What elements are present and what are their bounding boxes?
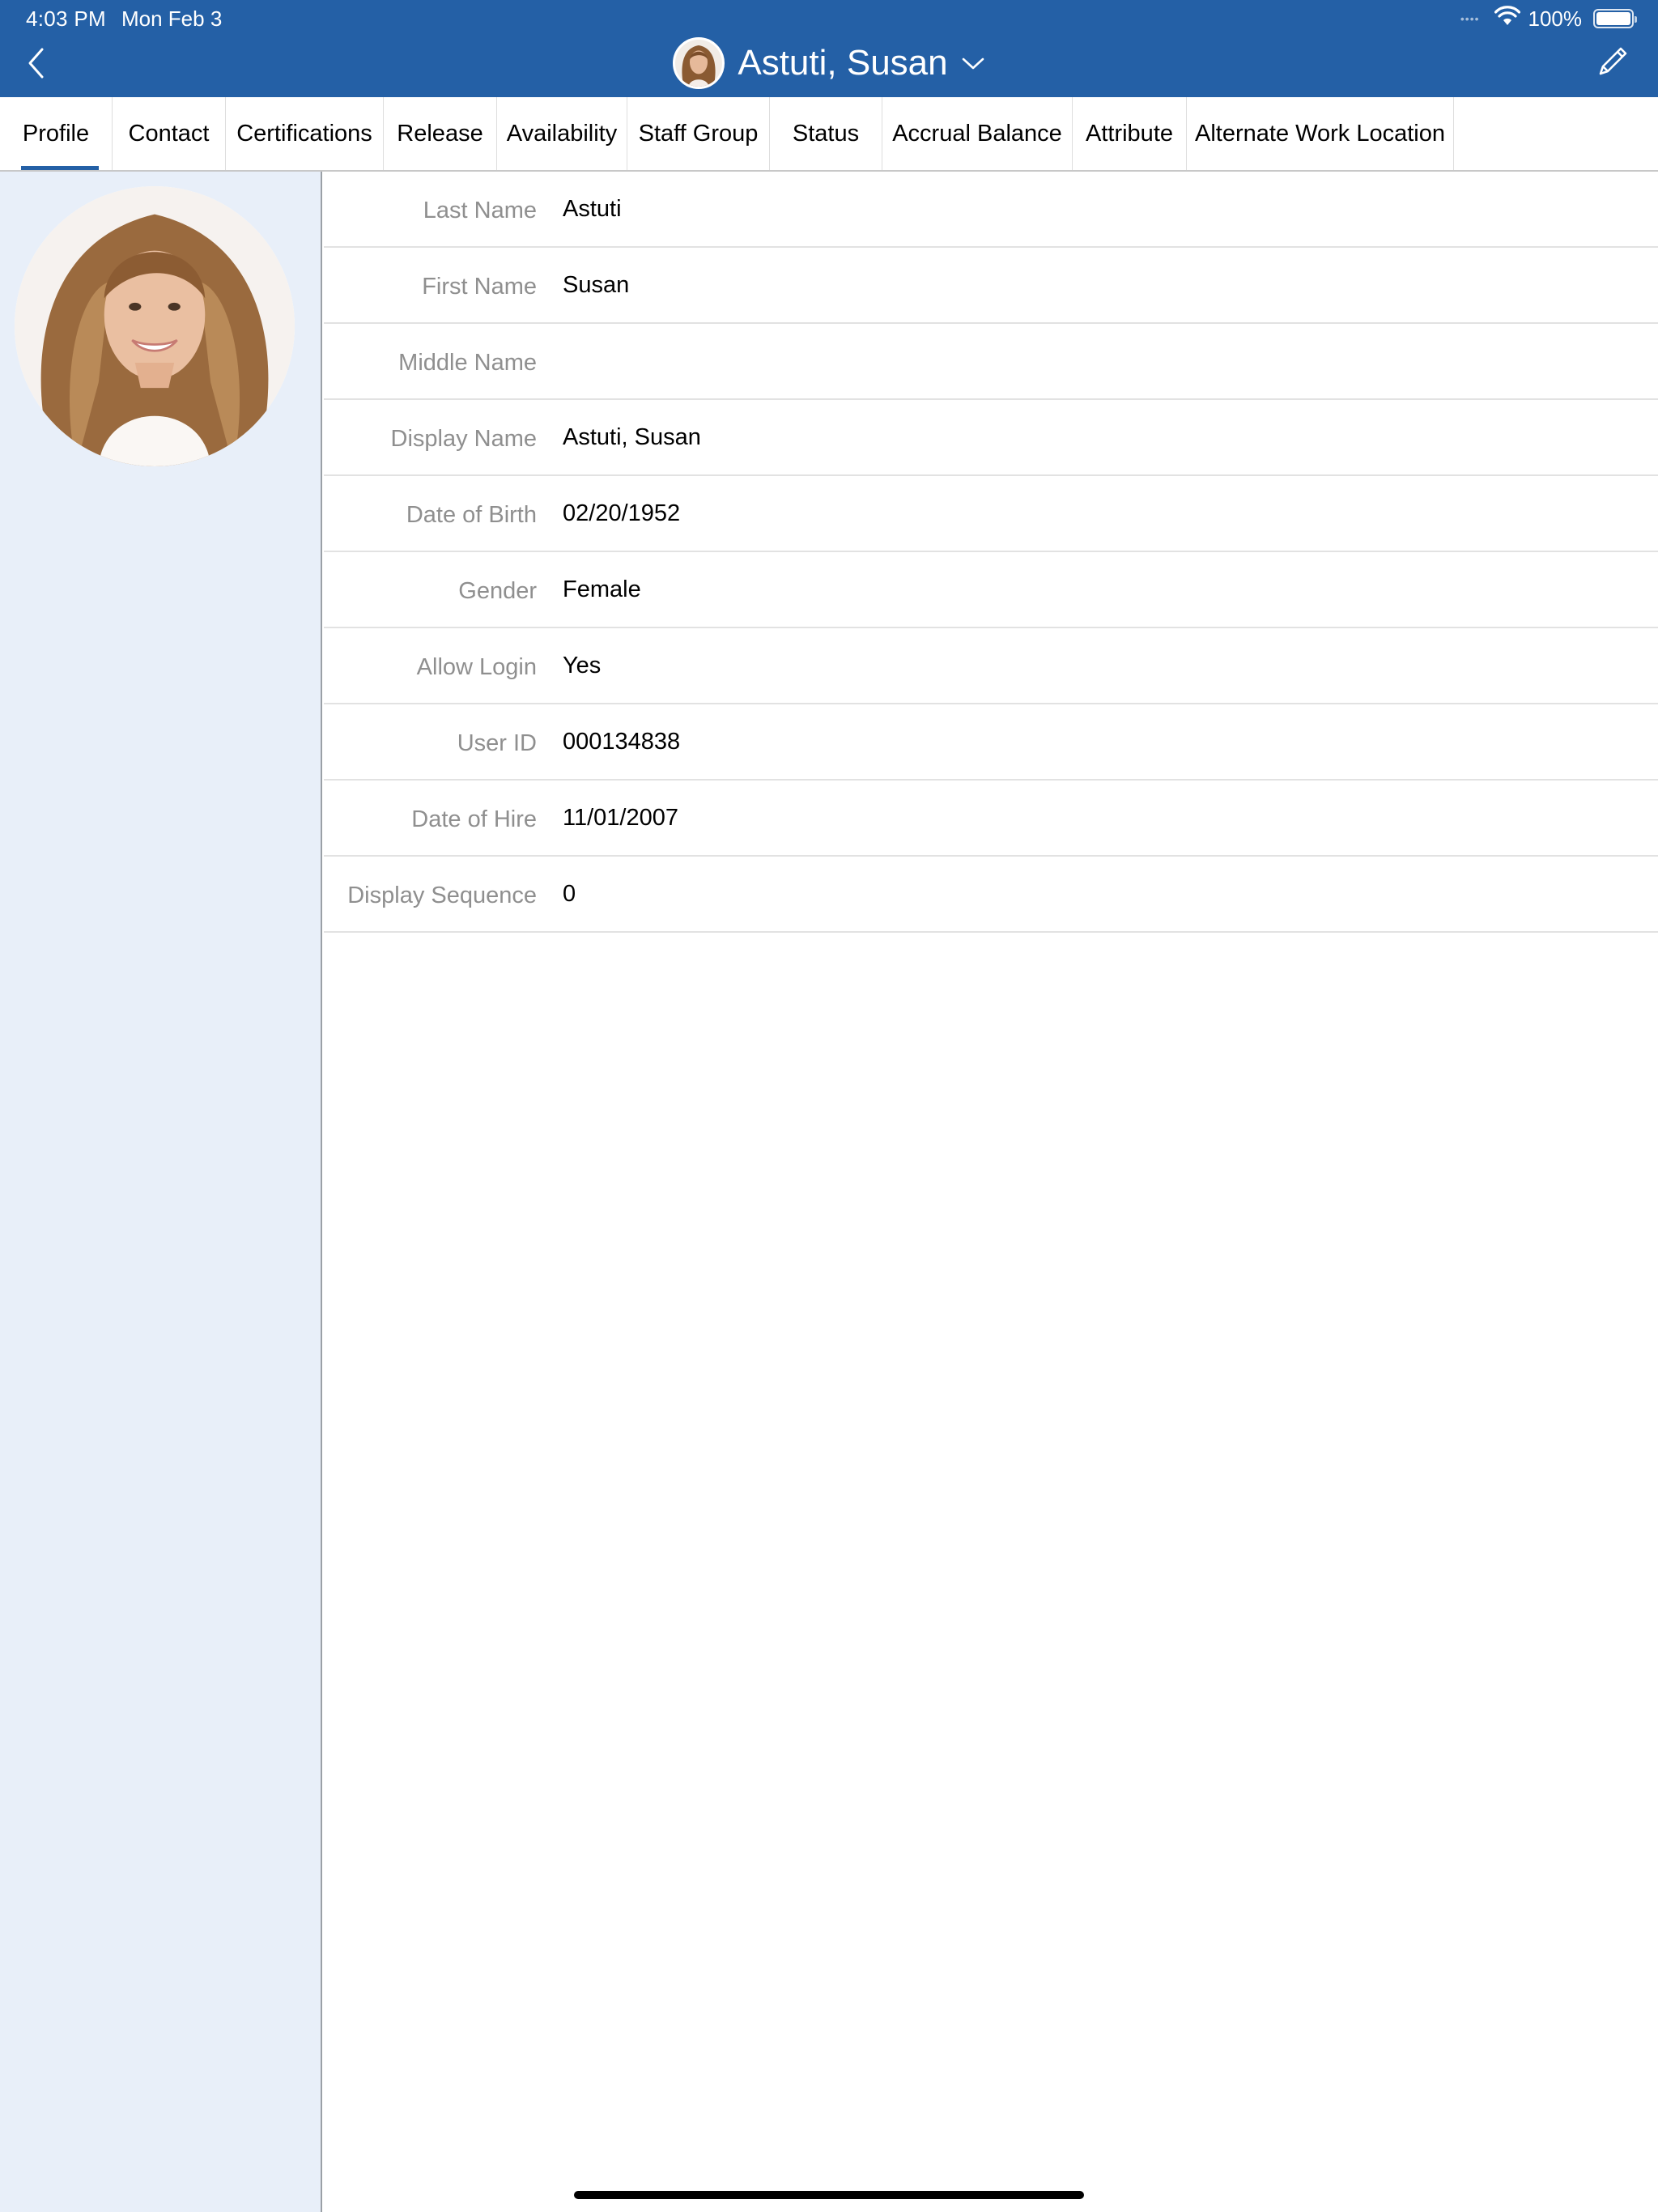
profile-photo — [15, 186, 295, 466]
field-value: Astuti, Susan — [563, 423, 701, 450]
field-row-allow-login: Allow Login Yes — [324, 628, 1658, 704]
tab-bar: Profile Contact Certifications Release A… — [0, 97, 1658, 172]
field-row-user-id: User ID 000134838 — [324, 704, 1658, 781]
page-title: Astuti, Susan — [738, 43, 948, 83]
tab-availability[interactable]: Availability — [497, 97, 627, 170]
field-value: Yes — [563, 652, 602, 678]
field-row-gender: Gender Female — [324, 552, 1658, 628]
tab-alternate-work-location[interactable]: Alternate Work Location — [1187, 97, 1454, 170]
field-row-middle-name: Middle Name — [324, 324, 1658, 400]
status-time: 4:03 PM — [26, 6, 106, 31]
tab-status[interactable]: Status — [770, 97, 882, 170]
field-label: Display Sequence — [347, 882, 537, 908]
field-row-date-of-hire: Date of Hire 11/01/2007 — [324, 781, 1658, 857]
field-value: 11/01/2007 — [563, 804, 678, 831]
tab-profile[interactable]: Profile — [0, 97, 113, 170]
wifi-icon — [1494, 5, 1520, 32]
battery-percentage: 100% — [1528, 6, 1583, 31]
field-label: Last Name — [423, 197, 537, 223]
status-indicators: •••• 100% — [1460, 5, 1637, 32]
battery-level-fill — [1596, 12, 1630, 25]
field-label: Allow Login — [416, 653, 537, 680]
profile-sidebar — [0, 172, 322, 2212]
field-label: User ID — [457, 730, 537, 756]
avatar — [673, 37, 725, 89]
field-label: First Name — [422, 273, 537, 300]
field-label: Date of Birth — [406, 501, 537, 528]
field-row-first-name: First Name Susan — [324, 248, 1658, 324]
chevron-down-icon — [962, 57, 984, 70]
field-row-date-of-birth: Date of Birth 02/20/1952 — [324, 476, 1658, 552]
edit-button[interactable] — [1593, 42, 1632, 81]
field-label: Display Name — [390, 425, 538, 452]
header-bar: 4:03 PM Mon Feb 3 •••• 100% Astuti, Susa… — [0, 0, 1658, 97]
tab-accrual-balance[interactable]: Accrual Balance — [882, 97, 1073, 170]
field-value: Astuti — [563, 195, 622, 222]
tab-attribute[interactable]: Attribute — [1073, 97, 1187, 170]
field-row-display-name: Display Name Astuti, Susan — [324, 400, 1658, 476]
cellular-signal-icon: •••• — [1460, 12, 1480, 25]
home-indicator[interactable] — [574, 2191, 1084, 2199]
field-value: Susan — [563, 271, 630, 298]
field-row-display-sequence: Display Sequence 0 — [324, 857, 1658, 933]
profile-form: Last Name Astuti First Name Susan Middle… — [324, 172, 1658, 933]
field-value: 0 — [563, 880, 576, 907]
tab-staff-group[interactable]: Staff Group — [627, 97, 770, 170]
tab-release[interactable]: Release — [384, 97, 497, 170]
employee-selector[interactable]: Astuti, Susan — [0, 37, 1658, 89]
field-label: Middle Name — [398, 349, 537, 376]
field-value: Female — [563, 576, 641, 602]
pencil-icon — [1599, 47, 1627, 75]
tab-contact[interactable]: Contact — [113, 97, 226, 170]
battery-icon — [1593, 9, 1637, 28]
field-label: Gender — [458, 577, 537, 604]
field-label: Date of Hire — [411, 806, 537, 832]
field-value: 02/20/1952 — [563, 500, 681, 526]
tab-certifications[interactable]: Certifications — [226, 97, 384, 170]
field-value: 000134838 — [563, 728, 681, 755]
status-date: Mon Feb 3 — [121, 6, 223, 31]
field-row-last-name: Last Name Astuti — [324, 172, 1658, 248]
